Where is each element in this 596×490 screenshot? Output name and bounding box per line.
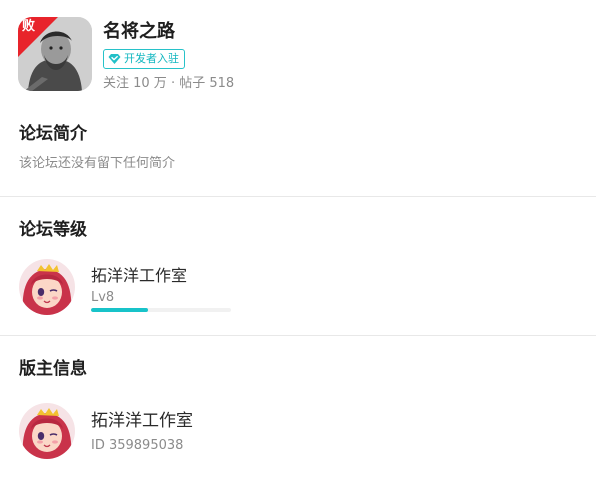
forum-stats: 关注 10 万 · 帖子 518: [103, 76, 235, 91]
intro-title: 论坛简介: [19, 124, 87, 144]
level-progress-bar: [91, 308, 231, 312]
level-user-name[interactable]: 拓洋洋工作室: [91, 265, 187, 287]
level-title: 论坛等级: [19, 220, 87, 240]
avatar-image: [19, 403, 75, 459]
divider: [0, 335, 596, 336]
developer-badge-label: 开发者入驻: [124, 52, 179, 65]
forum-header: 败 名将之路 开发者入驻 关注 10 万 · 帖子 518: [18, 17, 578, 93]
divider: [0, 196, 596, 197]
level-progress-fill: [91, 308, 149, 312]
developer-badge[interactable]: 开发者入驻: [103, 49, 185, 69]
avatar-image: [19, 259, 75, 315]
game-icon[interactable]: 败: [18, 17, 92, 91]
moderator-avatar[interactable]: [19, 403, 75, 459]
corner-badge-label: 败: [22, 19, 36, 34]
intro-text: 该论坛还没有留下任何简介: [19, 156, 176, 171]
avatar[interactable]: [19, 259, 75, 315]
diamond-check-icon: [108, 53, 121, 65]
moderator-name[interactable]: 拓洋洋工作室: [91, 410, 193, 432]
level-label: Lv8: [91, 290, 115, 305]
forum-title: 名将之路: [103, 21, 175, 42]
moderator-id: ID 359895038: [91, 438, 184, 453]
moderator-title: 版主信息: [19, 359, 87, 379]
